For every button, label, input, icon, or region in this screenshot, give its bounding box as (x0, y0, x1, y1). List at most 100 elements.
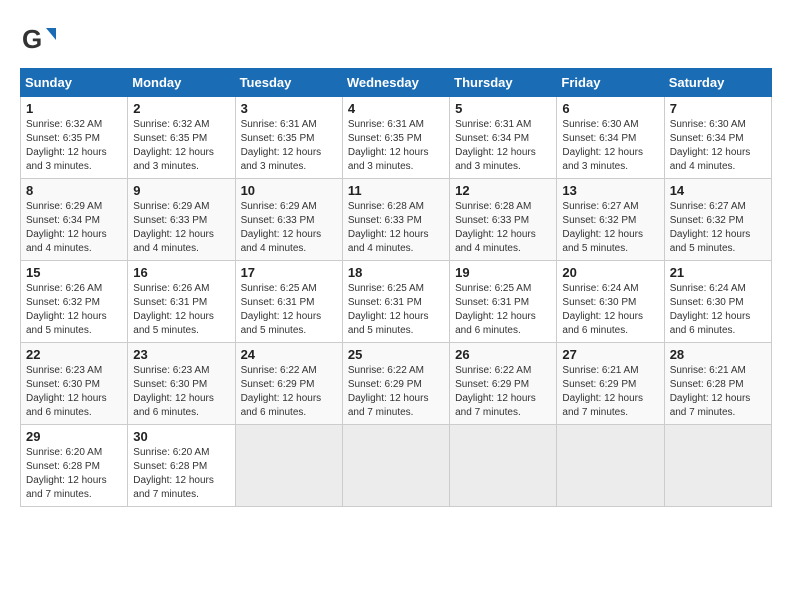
day-info: Sunrise: 6:22 AMSunset: 6:29 PMDaylight:… (455, 365, 536, 418)
calendar-cell: 3 Sunrise: 6:31 AMSunset: 6:35 PMDayligh… (235, 97, 342, 179)
calendar-cell: 14 Sunrise: 6:27 AMSunset: 6:32 PMDaylig… (664, 179, 771, 261)
header-row: SundayMondayTuesdayWednesdayThursdayFrid… (21, 69, 772, 97)
day-info: Sunrise: 6:23 AMSunset: 6:30 PMDaylight:… (26, 365, 107, 418)
day-info: Sunrise: 6:30 AMSunset: 6:34 PMDaylight:… (670, 119, 751, 172)
day-number: 4 (348, 101, 444, 116)
day-number: 22 (26, 347, 122, 362)
day-number: 5 (455, 101, 551, 116)
day-info: Sunrise: 6:32 AMSunset: 6:35 PMDaylight:… (26, 119, 107, 172)
calendar-cell: 11 Sunrise: 6:28 AMSunset: 6:33 PMDaylig… (342, 179, 449, 261)
calendar-cell: 13 Sunrise: 6:27 AMSunset: 6:32 PMDaylig… (557, 179, 664, 261)
day-number: 3 (241, 101, 337, 116)
day-number: 2 (133, 101, 229, 116)
calendar-cell: 10 Sunrise: 6:29 AMSunset: 6:33 PMDaylig… (235, 179, 342, 261)
calendar-cell: 7 Sunrise: 6:30 AMSunset: 6:34 PMDayligh… (664, 97, 771, 179)
day-number: 25 (348, 347, 444, 362)
calendar-cell: 6 Sunrise: 6:30 AMSunset: 6:34 PMDayligh… (557, 97, 664, 179)
day-number: 26 (455, 347, 551, 362)
calendar-cell: 4 Sunrise: 6:31 AMSunset: 6:35 PMDayligh… (342, 97, 449, 179)
day-info: Sunrise: 6:31 AMSunset: 6:35 PMDaylight:… (241, 119, 322, 172)
day-number: 24 (241, 347, 337, 362)
header-friday: Friday (557, 69, 664, 97)
calendar-cell: 23 Sunrise: 6:23 AMSunset: 6:30 PMDaylig… (128, 343, 235, 425)
day-info: Sunrise: 6:21 AMSunset: 6:28 PMDaylight:… (670, 365, 751, 418)
calendar-cell: 26 Sunrise: 6:22 AMSunset: 6:29 PMDaylig… (450, 343, 557, 425)
day-number: 12 (455, 183, 551, 198)
day-info: Sunrise: 6:20 AMSunset: 6:28 PMDaylight:… (26, 447, 107, 500)
day-number: 7 (670, 101, 766, 116)
header-monday: Monday (128, 69, 235, 97)
week-row-2: 15 Sunrise: 6:26 AMSunset: 6:32 PMDaylig… (21, 261, 772, 343)
calendar-cell: 18 Sunrise: 6:25 AMSunset: 6:31 PMDaylig… (342, 261, 449, 343)
calendar-cell: 8 Sunrise: 6:29 AMSunset: 6:34 PMDayligh… (21, 179, 128, 261)
calendar-cell: 21 Sunrise: 6:24 AMSunset: 6:30 PMDaylig… (664, 261, 771, 343)
day-number: 13 (562, 183, 658, 198)
day-info: Sunrise: 6:26 AMSunset: 6:31 PMDaylight:… (133, 283, 214, 336)
day-number: 17 (241, 265, 337, 280)
day-number: 18 (348, 265, 444, 280)
calendar-table: SundayMondayTuesdayWednesdayThursdayFrid… (20, 68, 772, 507)
day-info: Sunrise: 6:21 AMSunset: 6:29 PMDaylight:… (562, 365, 643, 418)
calendar-cell: 30 Sunrise: 6:20 AMSunset: 6:28 PMDaylig… (128, 425, 235, 507)
week-row-1: 8 Sunrise: 6:29 AMSunset: 6:34 PMDayligh… (21, 179, 772, 261)
page-header: G (20, 20, 772, 58)
day-info: Sunrise: 6:27 AMSunset: 6:32 PMDaylight:… (670, 201, 751, 254)
calendar-cell: 22 Sunrise: 6:23 AMSunset: 6:30 PMDaylig… (21, 343, 128, 425)
day-number: 1 (26, 101, 122, 116)
day-info: Sunrise: 6:31 AMSunset: 6:34 PMDaylight:… (455, 119, 536, 172)
calendar-cell (664, 425, 771, 507)
calendar-cell: 28 Sunrise: 6:21 AMSunset: 6:28 PMDaylig… (664, 343, 771, 425)
week-row-4: 29 Sunrise: 6:20 AMSunset: 6:28 PMDaylig… (21, 425, 772, 507)
calendar-cell: 1 Sunrise: 6:32 AMSunset: 6:35 PMDayligh… (21, 97, 128, 179)
header-wednesday: Wednesday (342, 69, 449, 97)
day-info: Sunrise: 6:29 AMSunset: 6:34 PMDaylight:… (26, 201, 107, 254)
day-number: 9 (133, 183, 229, 198)
header-saturday: Saturday (664, 69, 771, 97)
week-row-0: 1 Sunrise: 6:32 AMSunset: 6:35 PMDayligh… (21, 97, 772, 179)
day-number: 6 (562, 101, 658, 116)
calendar-cell (450, 425, 557, 507)
calendar-cell: 19 Sunrise: 6:25 AMSunset: 6:31 PMDaylig… (450, 261, 557, 343)
header-thursday: Thursday (450, 69, 557, 97)
day-number: 30 (133, 429, 229, 444)
day-info: Sunrise: 6:24 AMSunset: 6:30 PMDaylight:… (670, 283, 751, 336)
day-info: Sunrise: 6:22 AMSunset: 6:29 PMDaylight:… (241, 365, 322, 418)
calendar-cell: 9 Sunrise: 6:29 AMSunset: 6:33 PMDayligh… (128, 179, 235, 261)
logo-icon: G (20, 20, 58, 58)
day-info: Sunrise: 6:28 AMSunset: 6:33 PMDaylight:… (348, 201, 429, 254)
calendar-header: SundayMondayTuesdayWednesdayThursdayFrid… (21, 69, 772, 97)
day-number: 15 (26, 265, 122, 280)
calendar-cell: 27 Sunrise: 6:21 AMSunset: 6:29 PMDaylig… (557, 343, 664, 425)
day-info: Sunrise: 6:31 AMSunset: 6:35 PMDaylight:… (348, 119, 429, 172)
day-info: Sunrise: 6:27 AMSunset: 6:32 PMDaylight:… (562, 201, 643, 254)
day-number: 23 (133, 347, 229, 362)
day-info: Sunrise: 6:29 AMSunset: 6:33 PMDaylight:… (241, 201, 322, 254)
day-number: 16 (133, 265, 229, 280)
day-info: Sunrise: 6:29 AMSunset: 6:33 PMDaylight:… (133, 201, 214, 254)
day-info: Sunrise: 6:24 AMSunset: 6:30 PMDaylight:… (562, 283, 643, 336)
calendar-cell: 17 Sunrise: 6:25 AMSunset: 6:31 PMDaylig… (235, 261, 342, 343)
day-number: 19 (455, 265, 551, 280)
calendar-cell: 16 Sunrise: 6:26 AMSunset: 6:31 PMDaylig… (128, 261, 235, 343)
day-info: Sunrise: 6:30 AMSunset: 6:34 PMDaylight:… (562, 119, 643, 172)
day-number: 29 (26, 429, 122, 444)
day-number: 21 (670, 265, 766, 280)
svg-text:G: G (22, 24, 42, 54)
calendar-cell (557, 425, 664, 507)
day-info: Sunrise: 6:22 AMSunset: 6:29 PMDaylight:… (348, 365, 429, 418)
day-info: Sunrise: 6:26 AMSunset: 6:32 PMDaylight:… (26, 283, 107, 336)
calendar-body: 1 Sunrise: 6:32 AMSunset: 6:35 PMDayligh… (21, 97, 772, 507)
day-number: 11 (348, 183, 444, 198)
day-info: Sunrise: 6:25 AMSunset: 6:31 PMDaylight:… (348, 283, 429, 336)
calendar-cell: 24 Sunrise: 6:22 AMSunset: 6:29 PMDaylig… (235, 343, 342, 425)
day-info: Sunrise: 6:25 AMSunset: 6:31 PMDaylight:… (455, 283, 536, 336)
day-info: Sunrise: 6:20 AMSunset: 6:28 PMDaylight:… (133, 447, 214, 500)
header-tuesday: Tuesday (235, 69, 342, 97)
day-info: Sunrise: 6:28 AMSunset: 6:33 PMDaylight:… (455, 201, 536, 254)
day-number: 8 (26, 183, 122, 198)
day-number: 10 (241, 183, 337, 198)
logo: G (20, 20, 62, 58)
calendar-cell (235, 425, 342, 507)
calendar-cell: 20 Sunrise: 6:24 AMSunset: 6:30 PMDaylig… (557, 261, 664, 343)
day-number: 28 (670, 347, 766, 362)
